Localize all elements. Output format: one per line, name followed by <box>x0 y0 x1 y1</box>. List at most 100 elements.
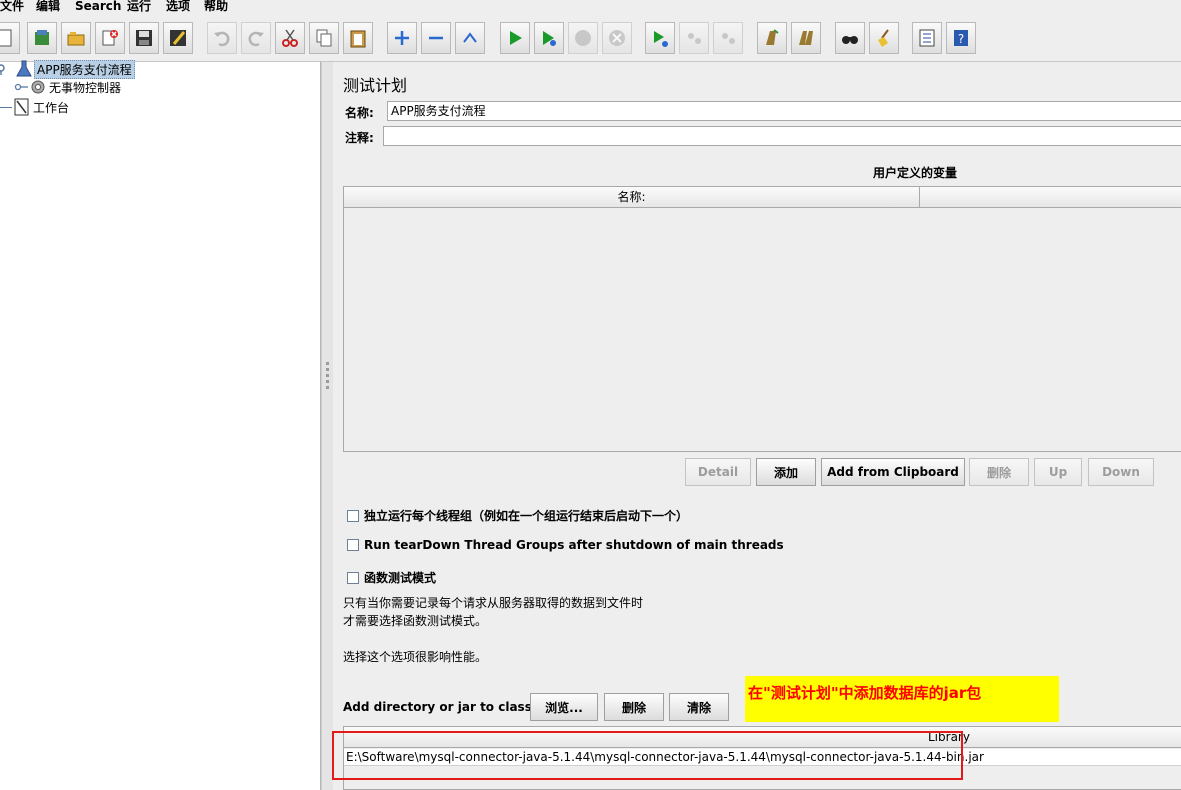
column-name-header[interactable]: 名称: <box>344 187 920 208</box>
tree-item-label: 工作台 <box>33 100 70 115</box>
down-button[interactable]: Down <box>1088 458 1154 486</box>
comment-label: 注释: <box>345 131 374 145</box>
test-plan-icon <box>16 60 32 77</box>
search-icon <box>842 36 858 44</box>
checkbox-box <box>347 571 359 584</box>
tree-item-controller[interactable]: 无事物控制器 <box>14 78 123 96</box>
redo-button[interactable] <box>241 22 271 54</box>
open-icon <box>67 32 85 46</box>
menu-search[interactable]: Search <box>75 0 121 13</box>
menu-options[interactable]: 选项 <box>166 0 190 13</box>
close-icon <box>102 30 118 46</box>
close-button[interactable] <box>95 22 125 54</box>
clear-all-icon <box>799 31 813 45</box>
workbench-icon <box>14 98 29 116</box>
tree-item-label: APP服务支付流程 <box>34 59 135 79</box>
add-from-clipboard-button[interactable]: Add from Clipboard <box>821 458 965 486</box>
up-button[interactable]: Up <box>1034 458 1082 486</box>
open-button[interactable] <box>61 22 91 54</box>
expand-icon <box>395 31 409 45</box>
remote-stop-icon <box>688 33 701 44</box>
start-no-pause-icon <box>543 31 556 46</box>
stop-button[interactable] <box>568 22 598 54</box>
remote-shutdown-icon <box>722 33 735 44</box>
svg-text:?: ? <box>958 32 964 46</box>
templates-icon <box>35 30 49 45</box>
delete-button[interactable]: 删除 <box>969 458 1029 486</box>
menu-file[interactable]: 文件 <box>0 0 24 13</box>
start-icon <box>510 31 522 45</box>
remote-stop-button[interactable] <box>679 22 709 54</box>
user-variables-title: 用户定义的变量 <box>873 166 958 180</box>
save-icon <box>136 30 152 46</box>
undo-icon <box>214 31 230 47</box>
menu-help[interactable]: 帮助 <box>204 0 228 13</box>
name-field[interactable]: APP服务支付流程 <box>387 101 1181 121</box>
clear-button[interactable] <box>757 22 787 54</box>
copy-button[interactable] <box>309 22 339 54</box>
copy-icon <box>316 29 332 47</box>
save-as-button[interactable] <box>163 22 193 54</box>
checkbox-box <box>347 509 359 522</box>
tree-expand-icon <box>0 64 5 75</box>
reset-search-button[interactable] <box>869 22 899 54</box>
checkbox-label: 函数测试模式 <box>364 571 437 585</box>
help-button[interactable]: ? <box>946 22 976 54</box>
function-helper-button[interactable] <box>912 22 942 54</box>
reset-search-icon <box>878 29 889 47</box>
search-button[interactable] <box>835 22 865 54</box>
start-no-pause-button[interactable] <box>534 22 564 54</box>
panel-splitter[interactable] <box>321 62 333 790</box>
cut-icon <box>282 29 298 47</box>
clear-icon <box>766 29 779 45</box>
collapse-button[interactable] <box>421 22 451 54</box>
shutdown-icon <box>609 30 625 46</box>
menu-edit[interactable]: 编辑 <box>36 0 60 13</box>
performance-note: 选择这个选项很影响性能。 <box>343 650 488 664</box>
browse-button[interactable]: 浏览... <box>530 693 598 721</box>
gear-icon <box>31 80 45 94</box>
annotation-callout: 在"测试计划"中添加数据库的jar包 <box>745 676 1059 722</box>
test-plan-tree: APP服务支付流程 无事物控制器 工作台 <box>0 59 321 790</box>
menu-run[interactable]: 运行 <box>127 0 151 13</box>
name-label: 名称: <box>345 106 374 120</box>
paste-button[interactable] <box>343 22 373 54</box>
toggle-button[interactable] <box>455 22 485 54</box>
clear-all-button[interactable] <box>791 22 821 54</box>
tree-item-test-plan[interactable]: APP服务支付流程 <box>0 59 135 79</box>
collapse-icon <box>429 36 443 40</box>
functional-mode-checkbox[interactable]: 函数测试模式 <box>347 569 436 586</box>
start-button[interactable] <box>500 22 530 54</box>
classpath-delete-button[interactable]: 删除 <box>604 693 664 721</box>
new-icon <box>0 29 12 47</box>
column-value-header[interactable] <box>921 187 1181 208</box>
shutdown-button[interactable] <box>602 22 632 54</box>
table-header: 名称: <box>344 187 1181 208</box>
tree-branch-icon <box>14 83 28 91</box>
toolbar: ? <box>0 14 1181 62</box>
page-title: 测试计划 <box>343 76 408 95</box>
save-button[interactable] <box>129 22 159 54</box>
classpath-clear-button[interactable]: 清除 <box>669 693 729 721</box>
cut-button[interactable] <box>275 22 305 54</box>
detail-button[interactable]: Detail <box>685 458 751 486</box>
remote-start-button[interactable] <box>645 22 675 54</box>
templates-button[interactable] <box>27 22 57 54</box>
checkbox-label: Run tearDown Thread Groups after shutdow… <box>364 538 784 552</box>
undo-button[interactable] <box>207 22 237 54</box>
expand-button[interactable] <box>387 22 417 54</box>
paste-icon <box>350 30 366 48</box>
serialize-threadgroups-checkbox[interactable]: 独立运行每个线程组（例如在一个组运行结束后启动下一个） <box>347 507 688 524</box>
functional-mode-note: 只有当你需要记录每个请求从服务器取得的数据到文件时 <box>343 596 644 610</box>
test-plan-panel: 测试计划 名称: APP服务支付流程 注释: 用户定义的变量 名称: Detai… <box>333 62 1181 790</box>
user-variables-table[interactable]: 名称: <box>343 186 1181 452</box>
save-as-icon <box>170 30 186 46</box>
new-button[interactable] <box>0 22 20 54</box>
comment-field[interactable] <box>383 126 1181 146</box>
remote-start-icon <box>654 31 668 47</box>
remote-shutdown-button[interactable] <box>713 22 743 54</box>
toggle-icon <box>463 32 477 43</box>
teardown-checkbox[interactable]: Run tearDown Thread Groups after shutdow… <box>347 538 784 552</box>
tree-item-workbench[interactable]: 工作台 <box>0 98 71 116</box>
add-button[interactable]: 添加 <box>756 458 816 486</box>
